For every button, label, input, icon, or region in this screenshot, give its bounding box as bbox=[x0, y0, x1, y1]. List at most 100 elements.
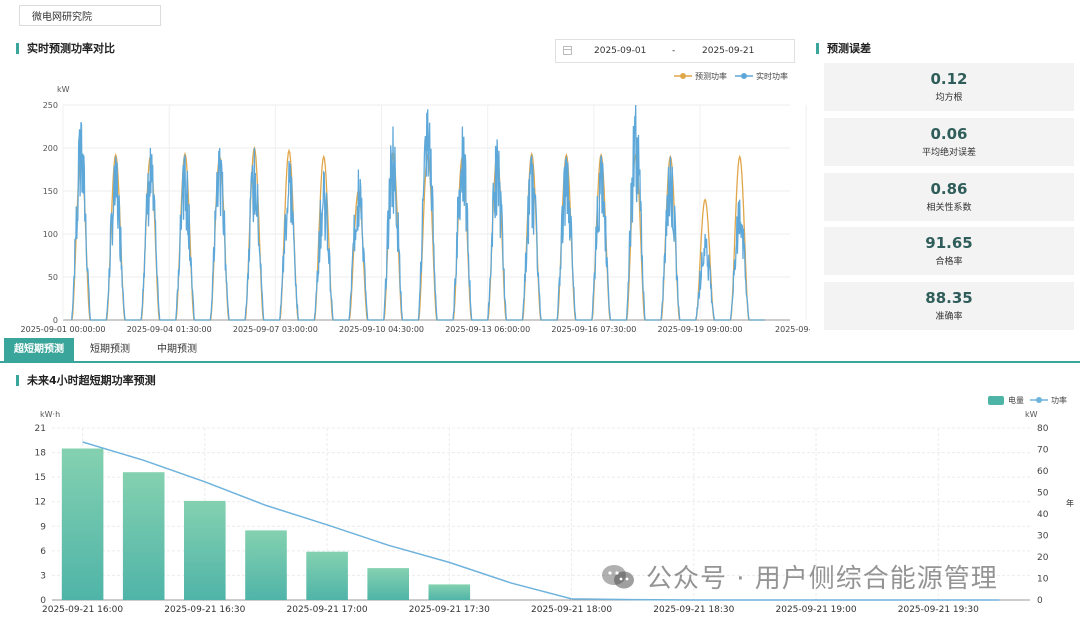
x-tick-label: 2025-09-21 17:30 bbox=[409, 605, 490, 615]
ultra-short-title-text: 未来4小时超短期功率预测 bbox=[27, 374, 156, 387]
bottom-chart-right-ticks: 0 10 20 30 40 50 60 70 80 bbox=[1037, 424, 1049, 606]
y-tick-label: 250 bbox=[43, 101, 58, 110]
site-select-value: 微电网研究院 bbox=[32, 12, 92, 23]
legend-energy: 电量 bbox=[1008, 395, 1024, 405]
x-tick-label: 2025-09-13 06:00:00 bbox=[445, 325, 530, 334]
date-end[interactable]: 2025-09-21 bbox=[702, 46, 754, 56]
right-tick-label: 60 bbox=[1037, 467, 1049, 477]
x-tick-label: 2025-09-21 17:00 bbox=[287, 605, 368, 615]
energy-bar[interactable] bbox=[367, 568, 409, 600]
y-tick-label: 150 bbox=[43, 187, 58, 196]
ultra-short-title: 未来4小时超短期功率预测 bbox=[16, 372, 156, 388]
x-tick-label: 2025-09-07 03:00:00 bbox=[233, 325, 318, 334]
tab-short[interactable]: 短期预测 bbox=[80, 338, 140, 361]
left-axis-unit: kW·h bbox=[40, 410, 60, 419]
bottom-chart-legend[interactable]: 电量 功率 bbox=[988, 395, 1067, 405]
bottom-chart-left-ticks: 036912151821 bbox=[35, 424, 47, 606]
energy-bar[interactable] bbox=[184, 500, 226, 600]
metric-correlation: 0.86 相关性系数 bbox=[824, 173, 1074, 221]
energy-bar[interactable] bbox=[306, 551, 348, 600]
metric-rmse: 0.12 均方根 bbox=[824, 63, 1074, 111]
metric-value: 0.06 bbox=[930, 125, 968, 143]
x-tick-label: 2025-09-21 19:00 bbox=[776, 605, 857, 615]
metric-label: 合格率 bbox=[935, 257, 963, 267]
date-separator: - bbox=[672, 46, 676, 56]
error-panel-title-text: 预测误差 bbox=[827, 42, 871, 55]
legend-actual: 实时功率 bbox=[756, 71, 788, 81]
energy-bar[interactable] bbox=[245, 530, 287, 600]
wechat-icon bbox=[600, 563, 636, 591]
power-compare-title: 实时预测功率对比 bbox=[16, 40, 115, 56]
top-chart-legend[interactable]: 预测功率 实时功率 bbox=[674, 71, 788, 81]
metric-mae: 0.06 平均绝对误差 bbox=[824, 118, 1074, 166]
x-tick-label: 2025-09-21 18:30 bbox=[653, 605, 734, 615]
left-tick-label: 9 bbox=[40, 522, 46, 532]
x-tick-label: 2025-09-10 04:30:00 bbox=[339, 325, 424, 334]
power-compare-title-text: 实时预测功率对比 bbox=[27, 42, 115, 55]
metric-label: 平均绝对误差 bbox=[921, 148, 976, 158]
y-tick-label: 0 bbox=[53, 316, 58, 325]
top-chart-unit: kW bbox=[57, 85, 70, 94]
energy-bars bbox=[61, 448, 471, 601]
x-tick-label: 2025-09-21 23: bbox=[775, 325, 810, 334]
y-tick-label: 50 bbox=[48, 273, 58, 282]
left-tick-label: 18 bbox=[35, 449, 47, 459]
power-compare-chart: 050100150200250 2025-09-01 00:00:00 2025-… bbox=[21, 71, 810, 334]
left-tick-label: 21 bbox=[35, 424, 46, 434]
energy-bar[interactable] bbox=[428, 584, 471, 600]
error-panel-title: 预测误差 bbox=[816, 40, 871, 56]
bottom-chart-x-ticks: 2025-09-21 16:00 2025-09-21 16:30 2025-09-… bbox=[42, 605, 979, 615]
x-tick-label: 2025-09-19 09:00:00 bbox=[658, 325, 743, 334]
x-tick-label: 2025-09-16 07:30:00 bbox=[551, 325, 636, 334]
metric-value: 91.65 bbox=[925, 234, 973, 252]
forecast-tabs: 超短期预测 短期预测 中期预测 bbox=[0, 338, 1080, 363]
metric-pass-rate: 91.65 合格率 bbox=[824, 227, 1074, 275]
energy-bar[interactable] bbox=[61, 448, 104, 601]
top-chart-y-ticks: 0 50 100 150 200 250 bbox=[43, 101, 58, 325]
actual-power-series bbox=[71, 104, 765, 321]
left-tick-label: 12 bbox=[35, 498, 46, 508]
metric-label: 相关性系数 bbox=[926, 203, 972, 213]
calendar-icon bbox=[563, 46, 572, 55]
metric-label: 均方根 bbox=[935, 93, 963, 103]
right-tick-label: 30 bbox=[1037, 532, 1049, 542]
x-tick-label: 2025-09-21 18:00 bbox=[531, 605, 612, 615]
right-tick-label: 40 bbox=[1037, 510, 1049, 520]
site-select[interactable]: 微电网研究院 bbox=[19, 5, 161, 26]
right-tick-label: 20 bbox=[1037, 553, 1049, 563]
legend-forecast: 预测功率 bbox=[695, 71, 727, 81]
x-tick-label: 2025-09-21 16:30 bbox=[164, 605, 245, 615]
right-tick-label: 10 bbox=[1037, 575, 1049, 585]
tab-medium[interactable]: 中期预测 bbox=[146, 338, 208, 361]
right-axis-unit: kW bbox=[1025, 410, 1038, 419]
actual-legend-marker bbox=[741, 73, 747, 79]
energy-legend-marker bbox=[988, 396, 1004, 405]
energy-bar[interactable] bbox=[122, 472, 165, 600]
right-tick-label: 50 bbox=[1037, 489, 1049, 499]
date-start[interactable]: 2025-09-01 bbox=[594, 46, 646, 56]
legend-power: 功率 bbox=[1051, 395, 1067, 405]
watermark: 公众号 · 用户侧综合能源管理 bbox=[600, 558, 998, 595]
metric-accuracy: 88.35 准确率 bbox=[824, 282, 1074, 330]
y-tick-label: 100 bbox=[43, 230, 58, 239]
tab-ultra-short[interactable]: 超短期预测 bbox=[4, 338, 74, 361]
x-tick-label: 2025-09-21 16:00 bbox=[42, 605, 123, 615]
top-chart-x-ticks: 2025-09-01 00:00:00 2025-09-04 01:30:00 20… bbox=[21, 325, 810, 334]
x-tick-label: 2025-09-21 19:30 bbox=[898, 605, 979, 615]
left-tick-label: 6 bbox=[40, 547, 46, 557]
metric-value: 88.35 bbox=[925, 289, 973, 307]
right-axis-extra-label: 年 bbox=[1066, 498, 1074, 508]
x-tick-label: 2025-09-01 00:00:00 bbox=[21, 325, 106, 334]
date-range-picker[interactable]: 2025-09-01 - 2025-09-21 bbox=[555, 39, 795, 63]
right-tick-label: 70 bbox=[1037, 446, 1049, 456]
power-legend-marker bbox=[1036, 397, 1042, 403]
watermark-text: 公众号 · 用户侧综合能源管理 bbox=[646, 564, 998, 594]
left-tick-label: 3 bbox=[40, 571, 46, 581]
forecast-legend-marker bbox=[680, 73, 686, 79]
y-tick-label: 200 bbox=[43, 144, 58, 153]
x-tick-label: 2025-09-04 01:30:00 bbox=[127, 325, 212, 334]
metric-label: 准确率 bbox=[935, 312, 963, 322]
left-tick-label: 15 bbox=[35, 473, 46, 483]
right-tick-label: 80 bbox=[1037, 424, 1049, 434]
metric-value: 0.86 bbox=[930, 180, 968, 198]
